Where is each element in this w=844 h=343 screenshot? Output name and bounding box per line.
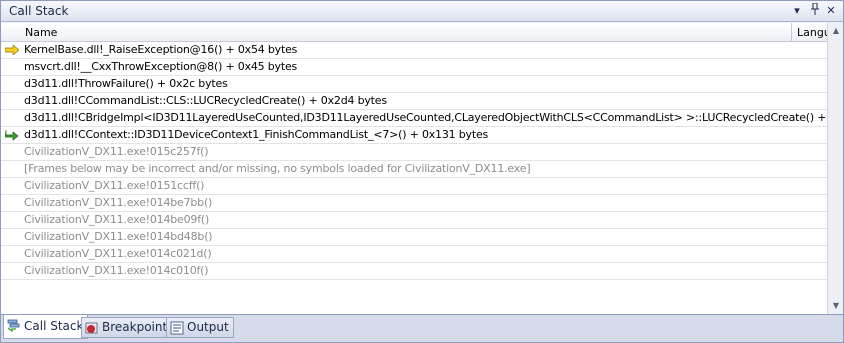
- frame-text: CivilizationV_DX11.exe!014c010f(): [24, 264, 209, 277]
- stack-frame-row[interactable]: d3d11.dll!CContext::ID3D11DeviceContext1…: [1, 127, 827, 144]
- tab-label: Call Stack: [24, 319, 84, 333]
- call-stack-panel: Call Stack ▾ ✕ Name Language KernelBase.…: [0, 0, 844, 343]
- row-gutter: [1, 76, 21, 92]
- frame-text: CivilizationV_DX11.exe!014c021d(): [24, 247, 212, 260]
- frame-text: CivilizationV_DX11.exe!015c257f(): [24, 145, 209, 158]
- stack-frame-row[interactable]: CivilizationV_DX11.exe!015c257f(): [1, 144, 827, 161]
- vertical-scrollbar[interactable]: ▲ ▼: [827, 23, 843, 314]
- current-frame-arrow-icon: [5, 45, 19, 55]
- row-gutter: [1, 195, 21, 211]
- window-title: Call Stack: [9, 4, 69, 18]
- row-gutter: [1, 263, 21, 279]
- output-icon: [170, 321, 184, 335]
- return-frame-arrow-icon: [5, 130, 19, 141]
- stack-frame-row[interactable]: CivilizationV_DX11.exe!0151ccff(): [1, 178, 827, 195]
- frame-text: d3d11.dll!CBridgeImpl<ID3D11LayeredUseCo…: [24, 111, 827, 124]
- stack-frame-row[interactable]: CivilizationV_DX11.exe!014be7bb(): [1, 195, 827, 212]
- frame-text: CivilizationV_DX11.exe!0151ccff(): [24, 179, 205, 192]
- breakpoints-icon: [85, 322, 98, 334]
- window-position-dropdown-icon[interactable]: ▾: [789, 3, 805, 19]
- frame-text: msvcrt.dll!__CxxThrowException@8() + 0x4…: [24, 60, 298, 73]
- column-header-language[interactable]: Language: [797, 26, 827, 39]
- frame-text: d3d11.dll!CCommandList::CLS::LUCRecycled…: [24, 94, 387, 107]
- scroll-down-icon[interactable]: ▼: [828, 298, 844, 314]
- tool-window-tabs: Call Stack Breakpoints Output: [1, 314, 843, 342]
- stack-frame-row[interactable]: CivilizationV_DX11.exe!014be09f(): [1, 212, 827, 229]
- stack-frame-row[interactable]: CivilizationV_DX11.exe!014c010f(): [1, 263, 827, 280]
- stack-frame-row[interactable]: d3d11.dll!CBridgeImpl<ID3D11LayeredUseCo…: [1, 110, 827, 127]
- column-divider[interactable]: [791, 23, 792, 42]
- tab-breakpoints[interactable]: Breakpoints: [81, 317, 179, 338]
- row-gutter: [1, 178, 21, 194]
- column-header-name[interactable]: Name: [25, 26, 57, 39]
- call-stack-grid: Name Language KernelBase.dll!_RaiseExcep…: [1, 23, 827, 314]
- call-stack-icon: [7, 319, 20, 332]
- frame-text: KernelBase.dll!_RaiseException@16() + 0x…: [24, 43, 298, 56]
- row-gutter: [1, 246, 21, 262]
- row-gutter: [1, 212, 21, 228]
- stack-frame-row[interactable]: msvcrt.dll!__CxxThrowException@8() + 0x4…: [1, 59, 827, 76]
- row-gutter: [1, 161, 21, 177]
- frame-text: [Frames below may be incorrect and/or mi…: [24, 162, 531, 175]
- frame-text: CivilizationV_DX11.exe!014be7bb(): [24, 196, 213, 209]
- tab-label: Output: [187, 320, 229, 334]
- row-gutter: [1, 93, 21, 109]
- row-gutter: [1, 110, 21, 126]
- tab-call-stack[interactable]: Call Stack: [3, 315, 89, 339]
- stack-frame-row[interactable]: CivilizationV_DX11.exe!014bd48b(): [1, 229, 827, 246]
- frame-text: d3d11.dll!ThrowFailure() + 0x2c bytes: [24, 77, 228, 90]
- row-gutter: [1, 229, 21, 245]
- close-icon[interactable]: ✕: [823, 3, 839, 19]
- frame-text: CivilizationV_DX11.exe!014bd48b(): [24, 230, 213, 243]
- row-gutter: [1, 59, 21, 75]
- scroll-up-icon[interactable]: ▲: [828, 23, 844, 39]
- stack-frame-row[interactable]: CivilizationV_DX11.exe!014c021d(): [1, 246, 827, 263]
- stack-frame-row[interactable]: [Frames below may be incorrect and/or mi…: [1, 161, 827, 178]
- stack-frame-row[interactable]: d3d11.dll!CCommandList::CLS::LUCRecycled…: [1, 93, 827, 110]
- tab-label: Breakpoints: [102, 320, 174, 334]
- frame-list: KernelBase.dll!_RaiseException@16() + 0x…: [1, 42, 827, 280]
- title-bar: Call Stack ▾ ✕: [1, 1, 843, 22]
- row-gutter: [1, 42, 21, 58]
- column-header: Name Language: [1, 23, 827, 42]
- row-gutter: [1, 144, 21, 160]
- tab-output[interactable]: Output: [166, 317, 234, 338]
- frame-text: CivilizationV_DX11.exe!014be09f(): [24, 213, 210, 226]
- stack-frame-row[interactable]: KernelBase.dll!_RaiseException@16() + 0x…: [1, 42, 827, 59]
- stack-frame-row[interactable]: d3d11.dll!ThrowFailure() + 0x2c bytes: [1, 76, 827, 93]
- auto-hide-pin-icon[interactable]: [807, 2, 823, 19]
- frame-text: d3d11.dll!CContext::ID3D11DeviceContext1…: [24, 128, 489, 141]
- row-gutter: [1, 127, 21, 143]
